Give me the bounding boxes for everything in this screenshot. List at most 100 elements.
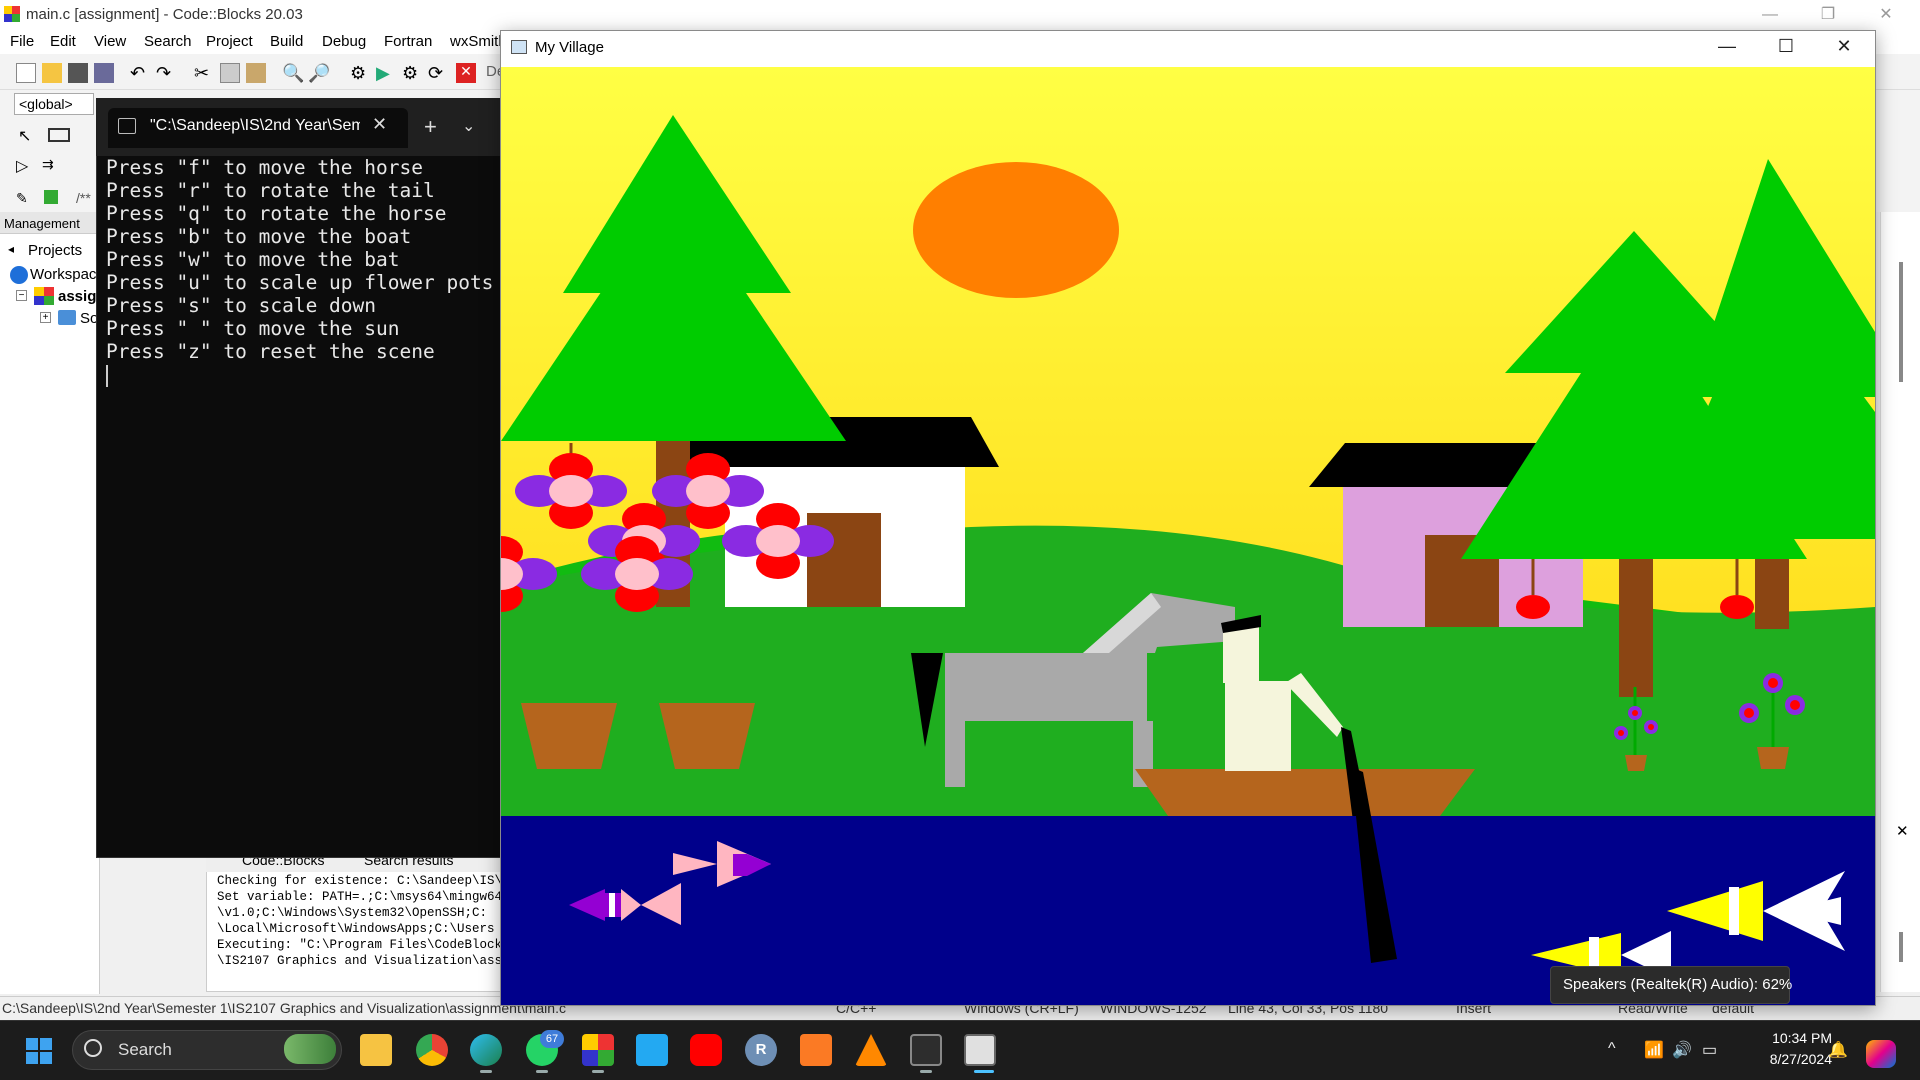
codeblocks-app-icon	[4, 6, 20, 22]
rectangle-icon[interactable]	[48, 128, 70, 142]
paste-icon[interactable]	[246, 63, 266, 83]
running-indicator	[920, 1070, 932, 1073]
terminal-tab-title: "C:\Sandeep\IS\2nd Year\Sem	[150, 117, 360, 134]
search-highlight-image	[284, 1034, 336, 1064]
debug-run-icon[interactable]: ▷	[16, 156, 36, 176]
scope-combo[interactable]: <global>	[14, 93, 94, 115]
expand-icon[interactable]: +	[40, 312, 51, 323]
r-icon[interactable]: R	[745, 1034, 777, 1066]
mv-close-button[interactable]: ✕	[1820, 36, 1868, 62]
terminal-line: Press "b" to move the boat	[106, 225, 412, 248]
code-completion-icon[interactable]: ✎	[16, 190, 36, 210]
minimize-button[interactable]: —	[1748, 2, 1792, 28]
edge-icon[interactable]	[470, 1034, 502, 1066]
my-village-title: My Village	[535, 39, 604, 56]
volume-icon[interactable]: 🔊	[1672, 1040, 1692, 1060]
menu-debug[interactable]: Debug	[322, 33, 366, 50]
rebuild-icon[interactable]: ⟳	[428, 63, 448, 83]
file-explorer-icon[interactable]	[360, 1034, 392, 1066]
terminal-tab-close-icon[interactable]: ✕	[372, 114, 387, 135]
battery-icon[interactable]: ▭	[1702, 1040, 1717, 1060]
menu-fortran[interactable]: Fortran	[384, 33, 432, 50]
codeblocks-icon[interactable]	[582, 1034, 614, 1066]
vscode-icon[interactable]	[636, 1034, 668, 1066]
flower-pot	[521, 703, 617, 769]
menu-build[interactable]: Build	[270, 33, 303, 50]
undo-icon[interactable]: ↶	[130, 63, 150, 83]
cut-icon[interactable]: ✂	[194, 63, 214, 83]
logs-scrollbar-thumb[interactable]	[1899, 932, 1903, 962]
menu-view[interactable]: View	[94, 33, 126, 50]
menu-search[interactable]: Search	[144, 33, 192, 50]
log-line: Executing: "C:\Program Files\CodeBlocks	[217, 938, 502, 952]
taskbar-search-placeholder: Search	[118, 1040, 172, 1059]
my-village-titlebar[interactable]	[501, 31, 1875, 67]
window-app-icon	[511, 40, 527, 54]
collapse-icon[interactable]: −	[16, 290, 27, 301]
copy-icon[interactable]	[220, 63, 240, 83]
select-arrow-icon[interactable]: ↖	[18, 126, 38, 146]
build-gear-icon[interactable]: ⚙	[350, 63, 370, 83]
xampp-icon[interactable]	[800, 1034, 832, 1066]
editor-scrollbar-thumb[interactable]	[1899, 262, 1903, 382]
terminal-line: Press "s" to scale down	[106, 294, 377, 317]
copilot-icon[interactable]	[1866, 1040, 1896, 1068]
find-icon[interactable]: 🔍	[282, 63, 304, 83]
chrome-icon[interactable]	[416, 1034, 448, 1066]
log-line: Checking for existence: C:\Sandeep\IS\2n…	[217, 874, 502, 888]
start-icon[interactable]	[26, 1038, 52, 1064]
man-head	[1223, 627, 1259, 683]
menu-edit[interactable]: Edit	[50, 33, 76, 50]
menu-file[interactable]: File	[10, 33, 34, 50]
save-all-icon[interactable]	[94, 63, 114, 83]
open-file-icon[interactable]	[42, 63, 62, 83]
scroll-left-icon[interactable]: ◂	[8, 242, 14, 256]
horse-body	[945, 653, 1147, 721]
hanging-fruit	[1516, 595, 1550, 619]
debug-step-icon[interactable]: ⇉	[42, 156, 62, 176]
abort-icon[interactable]: ✕	[456, 63, 476, 83]
close-button[interactable]: ✕	[1864, 2, 1908, 28]
workspace-tree-item[interactable]: Workspace	[30, 266, 98, 283]
mv-minimize-button[interactable]: —	[1703, 36, 1751, 62]
build-run-icon[interactable]: ⚙	[402, 63, 422, 83]
chevron-up-icon[interactable]: ^	[1608, 1040, 1616, 1058]
restore-button[interactable]: ❐	[1806, 2, 1850, 28]
running-indicator	[536, 1070, 548, 1073]
management-header: Management	[0, 212, 100, 234]
project-tree-item[interactable]: assignment	[58, 288, 98, 305]
tab-dropdown-icon[interactable]: ⌄	[462, 116, 475, 136]
log-line: \v1.0;C:\Windows\System32\OpenSSH;C:	[217, 906, 488, 920]
wifi-icon[interactable]: 📶	[1644, 1040, 1664, 1060]
log-line: \IS2107 Graphics and Visualization\assig…	[217, 954, 502, 968]
terminal-line: Press "r" to rotate the tail	[106, 179, 435, 202]
menu-project[interactable]: Project	[206, 33, 253, 50]
tree2-trunk	[1619, 557, 1653, 697]
close-logs-icon[interactable]: ✕	[1896, 822, 1909, 840]
mv-maximize-button[interactable]: ☐	[1762, 36, 1810, 62]
bookmark-icon[interactable]	[44, 190, 58, 204]
youtube-icon[interactable]	[690, 1034, 722, 1066]
tab-projects[interactable]: Projects	[28, 242, 82, 259]
replace-icon[interactable]: 🔎	[308, 63, 330, 83]
doxygen-comment-partial: /**	[76, 190, 91, 206]
new-tab-icon[interactable]: +	[424, 114, 437, 140]
terminal-line: Press "u" to scale up flower pots	[106, 271, 494, 294]
running-indicator	[592, 1070, 604, 1073]
notification-bell-icon[interactable]: 🔔	[1828, 1040, 1848, 1060]
clock-time[interactable]: 10:34 PM	[1750, 1030, 1832, 1046]
clock-date[interactable]: 8/27/2024	[1750, 1051, 1832, 1067]
workspace-icon	[10, 266, 28, 284]
running-indicator	[480, 1070, 492, 1073]
new-file-icon[interactable]	[16, 63, 36, 83]
save-icon[interactable]	[68, 63, 88, 83]
run-icon[interactable]: ▶	[376, 63, 396, 83]
terminal-line: Press "z" to reset the scene	[106, 340, 435, 363]
village-scene-canvas[interactable]	[501, 67, 1875, 1005]
volume-tooltip: Speakers (Realtek(R) Audio): 62%	[1550, 966, 1792, 1004]
redo-icon[interactable]: ↷	[156, 63, 176, 83]
app-window-icon[interactable]	[964, 1034, 996, 1066]
terminal-app-icon[interactable]	[910, 1034, 942, 1066]
horse-leg	[945, 721, 965, 787]
menu-wxsmith[interactable]: wxSmith	[450, 33, 507, 50]
